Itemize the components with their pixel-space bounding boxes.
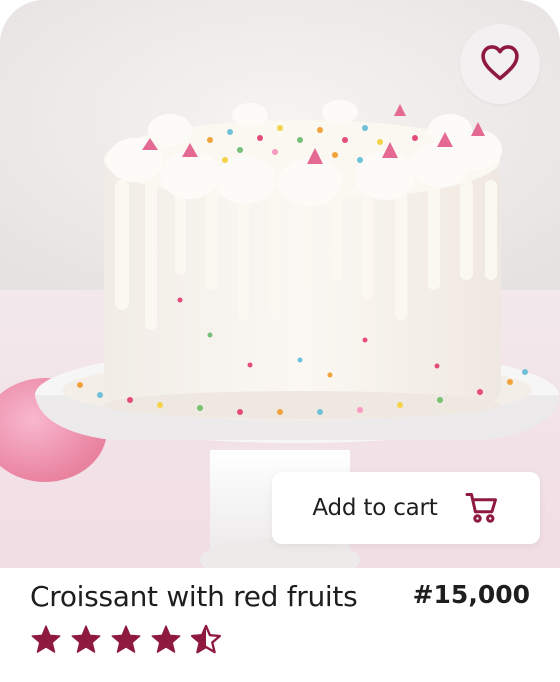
star-icon (31, 625, 61, 653)
add-to-cart-button[interactable]: Add to cart (272, 472, 540, 544)
favorite-button[interactable] (460, 24, 540, 104)
star-icon (71, 625, 101, 653)
rating-stars (30, 624, 222, 654)
star-icon (151, 625, 181, 653)
product-image: Add to cart (0, 0, 560, 568)
product-info: Croissant with red fruits #15,000 (0, 568, 560, 682)
product-name[interactable]: Croissant with red fruits (30, 580, 358, 613)
heart-icon (479, 43, 521, 85)
shopping-cart-icon (464, 490, 500, 526)
star-half-icon (191, 624, 221, 654)
product-price: #15,000 (412, 580, 530, 609)
add-to-cart-label: Add to cart (312, 495, 438, 521)
star-icon (111, 625, 141, 653)
product-card[interactable]: Add to cart Croissant with red fruits #1… (0, 0, 560, 682)
